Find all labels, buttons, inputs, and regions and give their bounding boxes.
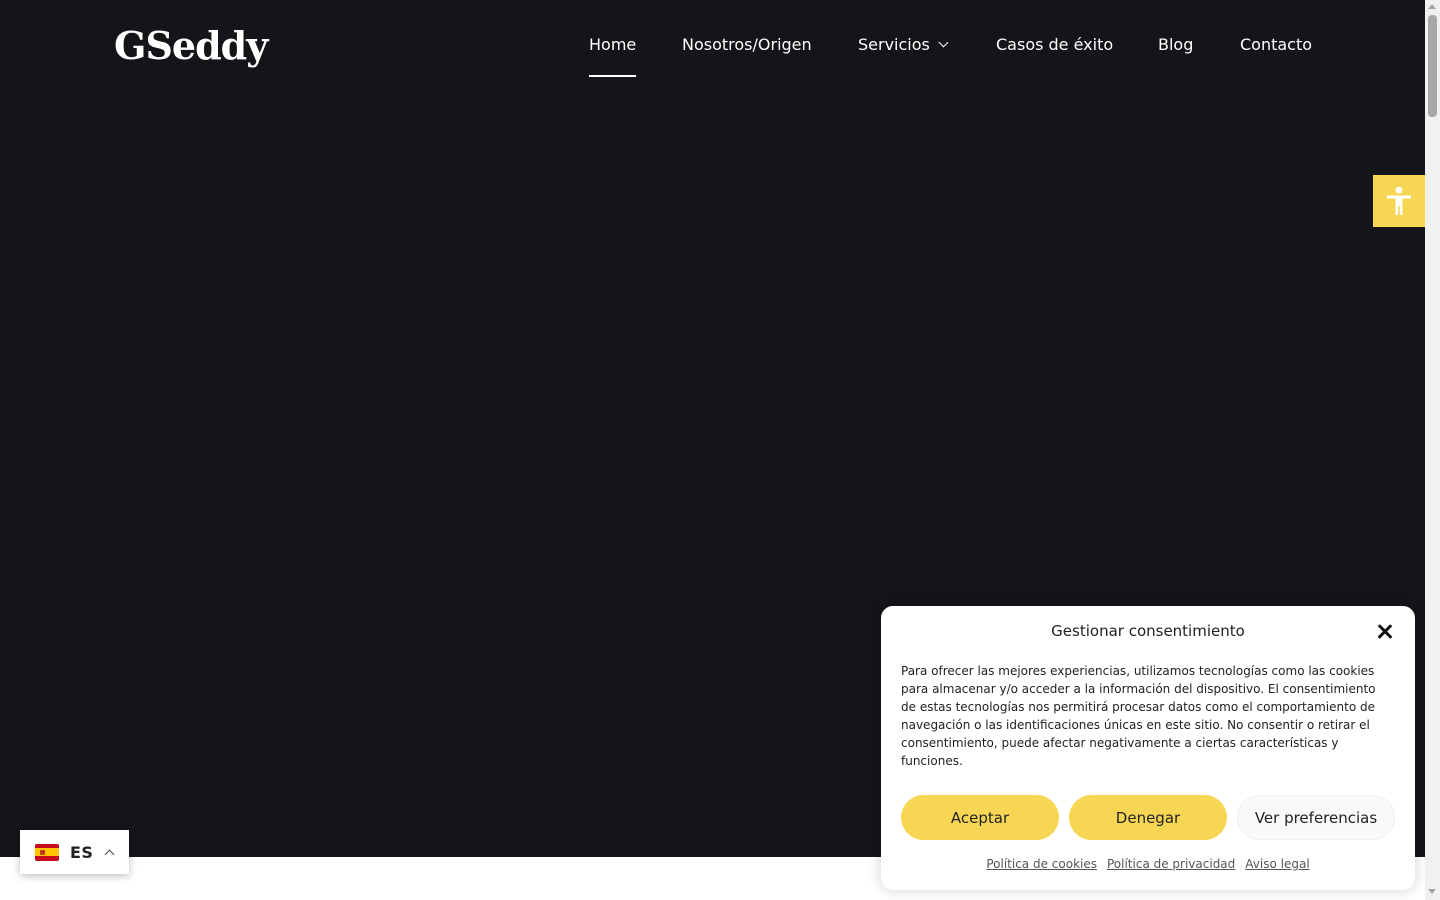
nav-item-servicios-label: Servicios <box>858 35 930 54</box>
legal-notice-link[interactable]: Aviso legal <box>1245 857 1309 871</box>
accept-button[interactable]: Aceptar <box>901 795 1059 840</box>
chevron-up-icon <box>105 849 115 859</box>
scroll-up-arrow-icon[interactable] <box>1428 4 1436 9</box>
nav-item-nosotros[interactable]: Nosotros/Origen <box>682 34 812 56</box>
privacy-policy-link[interactable]: Política de privacidad <box>1107 857 1235 871</box>
view-preferences-button[interactable]: Ver preferencias <box>1237 795 1395 840</box>
nav-item-servicios[interactable]: Servicios <box>858 34 949 56</box>
cookie-banner-text: Para ofrecer las mejores experiencias, u… <box>901 664 1376 768</box>
language-code: ES <box>70 842 94 862</box>
nav-item-home[interactable]: Home <box>589 34 637 77</box>
chevron-down-icon <box>938 37 949 48</box>
nav-item-blog[interactable]: Blog <box>1158 34 1193 56</box>
accessibility-icon <box>1387 186 1411 215</box>
scrollbar-thumb[interactable] <box>1428 15 1437 117</box>
scroll-down-arrow-icon[interactable] <box>1428 889 1436 894</box>
cookie-banner-links: Política de cookies Política de privacid… <box>881 857 1415 871</box>
cookie-policy-link[interactable]: Política de cookies <box>986 857 1097 871</box>
language-switcher[interactable]: ES <box>20 830 129 874</box>
spain-flag-icon <box>35 843 59 861</box>
accessibility-button[interactable] <box>1373 175 1425 227</box>
deny-button[interactable]: Denegar <box>1069 795 1227 840</box>
scrollbar[interactable] <box>1425 0 1440 900</box>
close-icon[interactable] <box>1375 622 1395 642</box>
nav-item-contacto[interactable]: Contacto <box>1240 34 1312 56</box>
cookie-consent-banner: Gestionar consentimiento Para ofrecer la… <box>881 606 1415 890</box>
main-nav: Home Nosotros/Origen Servicios Casos de … <box>0 0 1425 90</box>
nav-item-casos[interactable]: Casos de éxito <box>996 34 1113 56</box>
cookie-banner-title: Gestionar consentimiento <box>1051 622 1245 640</box>
